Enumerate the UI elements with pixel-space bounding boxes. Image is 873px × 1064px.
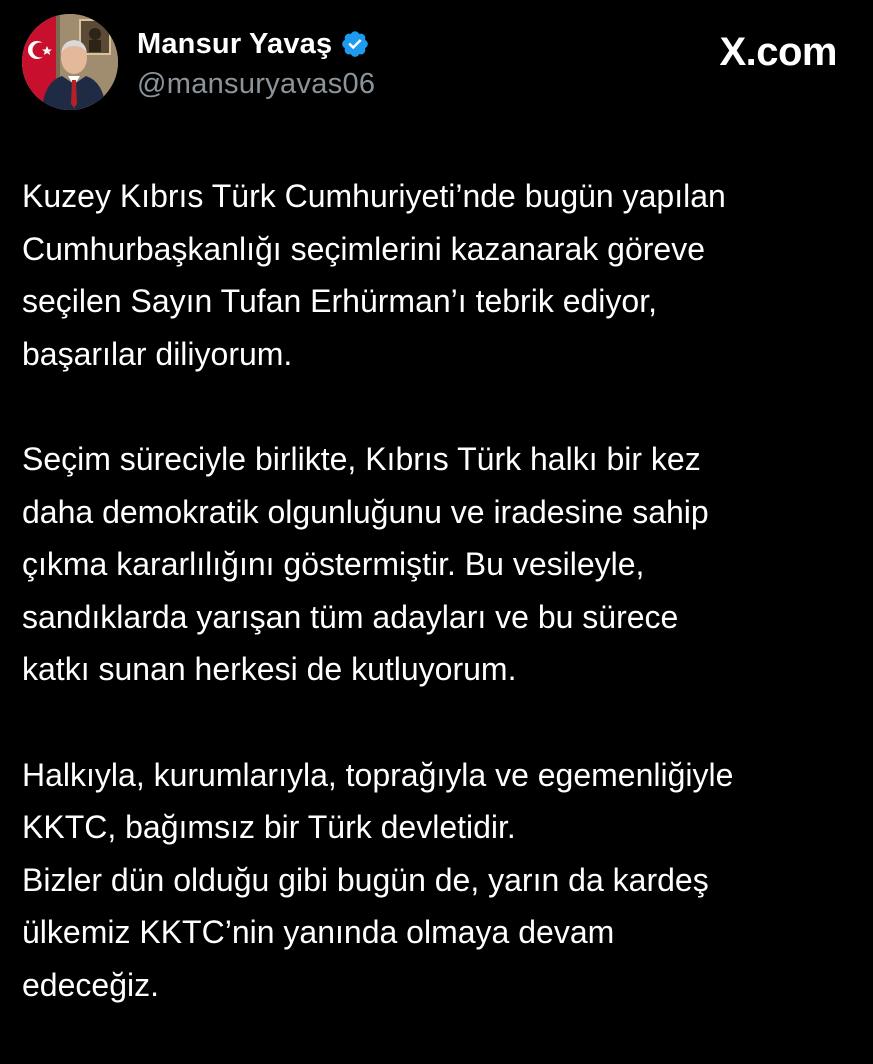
avatar-image: [22, 14, 118, 110]
text-line: Cumhurbaşkanlığı seçimlerini kazanarak g…: [22, 230, 705, 267]
text-line: sandıklarda yarışan tüm adayları ve bu s…: [22, 598, 679, 635]
text-line: Halkıyla, kurumlarıyla, toprağıyla ve eg…: [22, 756, 734, 793]
post-paragraph: Seçim süreciyle birlikte, Kıbrıs Türk ha…: [22, 433, 862, 696]
post-header: Mansur Yavaş @mansuryavas06 X.com: [0, 0, 873, 130]
brand-label: X.com: [719, 30, 837, 74]
text-line: Kuzey Kıbrıs Türk Cumhuriyeti’nde bugün …: [22, 178, 726, 214]
text-line: ülkemiz KKTC’nin yanında olmaya devam: [22, 914, 615, 950]
post-paragraph: Halkıyla, kurumlarıyla, toprağıyla ve eg…: [22, 749, 862, 1012]
text-line: edeceğiz.: [22, 966, 159, 1003]
text-line: Seçim süreciyle birlikte, Kıbrıs Türk ha…: [22, 441, 701, 477]
text-line: KKTC, bağımsız bir Türk devletidir.: [22, 809, 516, 845]
text-line: çıkma kararlılığını göstermiştir. Bu ves…: [22, 546, 645, 582]
text-line: seçilen Sayın Tufan Erhürman’ı tebrik ed…: [22, 283, 657, 319]
text-line: daha demokratik olgunluğunu ve iradesine…: [22, 493, 709, 530]
post-body: Kuzey Kıbrıs Türk Cumhuriyeti’nde bugün …: [22, 170, 862, 1064]
post-paragraph: Kuzey Kıbrıs Türk Cumhuriyeti’nde bugün …: [22, 170, 862, 380]
author-handle[interactable]: @mansuryavas06: [137, 68, 375, 101]
avatar[interactable]: [22, 14, 118, 110]
author-display-name[interactable]: Mansur Yavaş: [137, 28, 332, 61]
verified-badge-icon: [340, 29, 370, 59]
text-line: başarılar diliyorum.: [22, 335, 293, 372]
text-line: Bizler dün olduğu gibi bugün de, yarın d…: [22, 861, 709, 898]
author-name-row: Mansur Yavaş: [137, 24, 375, 64]
author-block: Mansur Yavaş @mansuryavas06: [137, 24, 375, 101]
text-line: katkı sunan herkesi de kutluyorum.: [22, 651, 517, 687]
